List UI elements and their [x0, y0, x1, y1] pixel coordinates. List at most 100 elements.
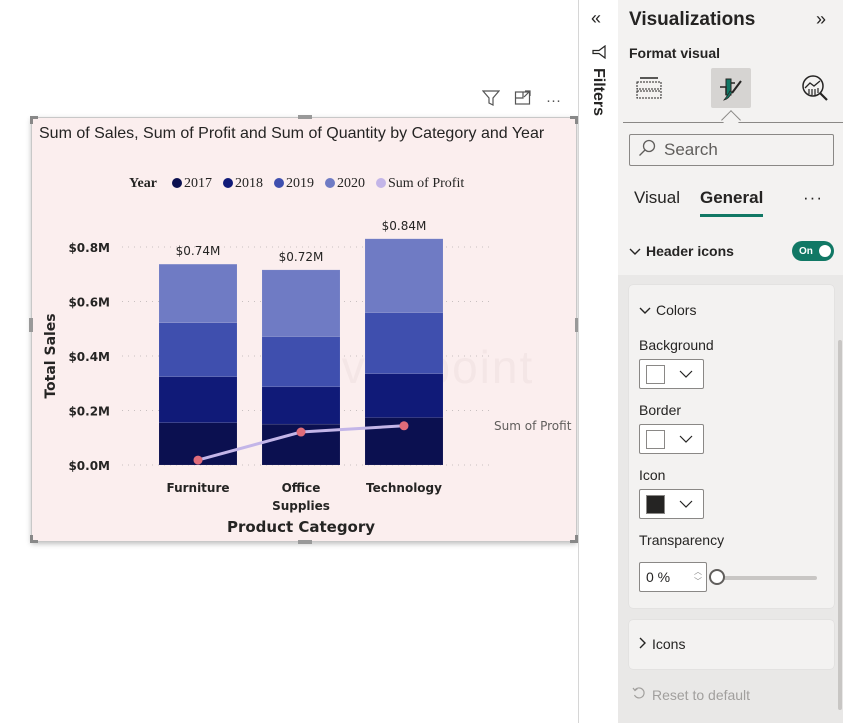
profit-marker	[193, 455, 203, 465]
legend-marker-2018	[223, 178, 233, 188]
visualizations-pane: Visualizations » Format visual Visual Ge…	[618, 0, 843, 723]
bar-segment-office-supplies-2018	[261, 386, 341, 425]
legend-marker-2019	[274, 178, 284, 188]
format-visual-icon[interactable]	[711, 68, 751, 108]
bar-segment-technology-2019	[364, 312, 444, 374]
transparency-slider-track[interactable]	[717, 576, 817, 580]
legend-marker-profit	[376, 178, 386, 188]
legend-label-2019: 2019	[286, 176, 314, 191]
background-color-picker[interactable]	[639, 359, 704, 389]
y-tick-label: $0.8M	[68, 241, 110, 255]
more-options-icon[interactable]: ···	[546, 92, 561, 110]
legend-marker-2017	[172, 178, 182, 188]
transparency-label: Transparency	[639, 532, 725, 548]
icon-label: Icon	[639, 467, 666, 483]
icon-color-picker[interactable]	[639, 489, 704, 519]
x-tick-label: Office	[282, 481, 321, 495]
profit-marker	[399, 421, 409, 431]
build-visual-icon[interactable]	[629, 68, 669, 108]
pane-scrollbar[interactable]	[838, 340, 842, 710]
more-options-button[interactable]: ···	[803, 188, 823, 208]
combo-chart-visual[interactable]: Sum of Sales, Sum of Profit and Sum of Q…	[29, 115, 579, 544]
colors-expander[interactable]: Colors	[639, 302, 696, 318]
legend-label-2018: 2018	[235, 176, 263, 191]
pane-mode-icons	[618, 68, 843, 109]
card-title: Colors	[656, 302, 697, 318]
reset-to-default-button[interactable]: Reset to default	[632, 686, 750, 703]
border-label: Border	[639, 402, 682, 418]
pane-subtitle: Format visual	[629, 45, 721, 61]
search-icon	[638, 139, 656, 162]
card-title: Icons	[652, 636, 686, 652]
y-tick-label: $0.0M	[68, 459, 110, 473]
chevron-down-icon	[629, 243, 641, 259]
color-swatch	[646, 494, 665, 514]
x-tick-label: Furniture	[166, 481, 229, 495]
x-tick-label: Supplies	[272, 499, 330, 513]
x-tick-label: Technology	[366, 481, 442, 495]
total-data-label: $0.72M	[279, 250, 324, 264]
chevron-right-icon	[639, 636, 647, 652]
filters-label[interactable]: Filters	[589, 68, 607, 116]
transparency-stepper[interactable]: ︿﹀	[639, 562, 707, 592]
border-color-picker[interactable]	[639, 424, 704, 454]
focus-mode-icon[interactable]	[514, 89, 532, 112]
chevron-down-icon	[639, 302, 651, 318]
chart-plot: Year 2017 2018 2019 2020 Sum of Profit $0.0M $0…	[43, 176, 572, 536]
format-tabs: Visual General	[634, 188, 764, 217]
icons-expander[interactable]: Icons	[639, 636, 685, 652]
chevron-down-icon	[679, 430, 693, 448]
x-axis-title: Product Category	[227, 518, 375, 536]
color-swatch	[646, 364, 665, 384]
profit-line-end-label: Sum of Profit	[494, 419, 572, 433]
total-data-label: $0.84M	[382, 219, 427, 233]
colors-card: Colors Background Border Icon Transparen…	[629, 285, 834, 608]
bar-segment-technology-2020	[364, 238, 444, 313]
y-tick-label: $0.4M	[68, 350, 110, 364]
search-box[interactable]	[629, 134, 834, 166]
search-input[interactable]	[664, 140, 814, 160]
header-icons-expander[interactable]: Header icons	[629, 243, 734, 259]
legend-title: Year	[129, 176, 157, 191]
reset-icon	[632, 686, 646, 703]
bar-segment-office-supplies-2019	[261, 336, 341, 388]
legend-label-2017: 2017	[184, 176, 212, 191]
legend-marker-2020	[325, 178, 335, 188]
active-indicator-notch	[721, 110, 741, 130]
y-axis-title: Total Sales	[43, 313, 59, 398]
pane-title: Visualizations	[629, 9, 756, 30]
legend-label-2020: 2020	[337, 176, 365, 191]
tab-visual[interactable]: Visual	[634, 188, 680, 217]
legend-label-profit: Sum of Profit	[388, 176, 464, 191]
tab-general[interactable]: General	[700, 188, 764, 217]
filters-pane-collapsed: « Filters	[578, 0, 618, 723]
total-data-label: $0.74M	[176, 244, 221, 258]
color-swatch	[646, 429, 665, 449]
profit-marker	[296, 427, 306, 437]
toggle-knob	[819, 245, 831, 257]
stepper-arrows-icon[interactable]: ︿ ﹀	[694, 567, 702, 587]
transparency-input[interactable]	[646, 569, 686, 585]
header-icons-toggle[interactable]: On	[792, 241, 834, 261]
bar-segment-furniture-2019	[158, 322, 238, 377]
filter-funnel-icon[interactable]	[481, 89, 501, 112]
visual-header: ···	[481, 89, 561, 112]
analytics-icon[interactable]	[795, 68, 835, 108]
icons-card: Icons	[629, 620, 834, 669]
bar-segment-furniture-2018	[158, 376, 238, 424]
bar-segment-office-supplies-2020	[261, 269, 341, 337]
background-label: Background	[639, 337, 714, 353]
filter-icon[interactable]	[592, 44, 606, 64]
bar-segment-furniture-2020	[158, 263, 238, 324]
y-tick-label: $0.2M	[68, 405, 110, 419]
toggle-label: On	[799, 245, 813, 257]
chevron-down-icon	[679, 495, 693, 513]
y-tick-label: $0.6M	[68, 296, 110, 310]
expand-pane-button[interactable]: »	[816, 9, 826, 30]
transparency-slider-thumb[interactable]	[709, 569, 725, 585]
section-label: Header icons	[646, 243, 734, 259]
header-icons-section: Header icons On	[629, 241, 834, 261]
collapse-pane-button[interactable]: «	[591, 8, 601, 29]
chevron-down-icon	[679, 365, 693, 383]
bar-segment-technology-2018	[364, 373, 444, 418]
